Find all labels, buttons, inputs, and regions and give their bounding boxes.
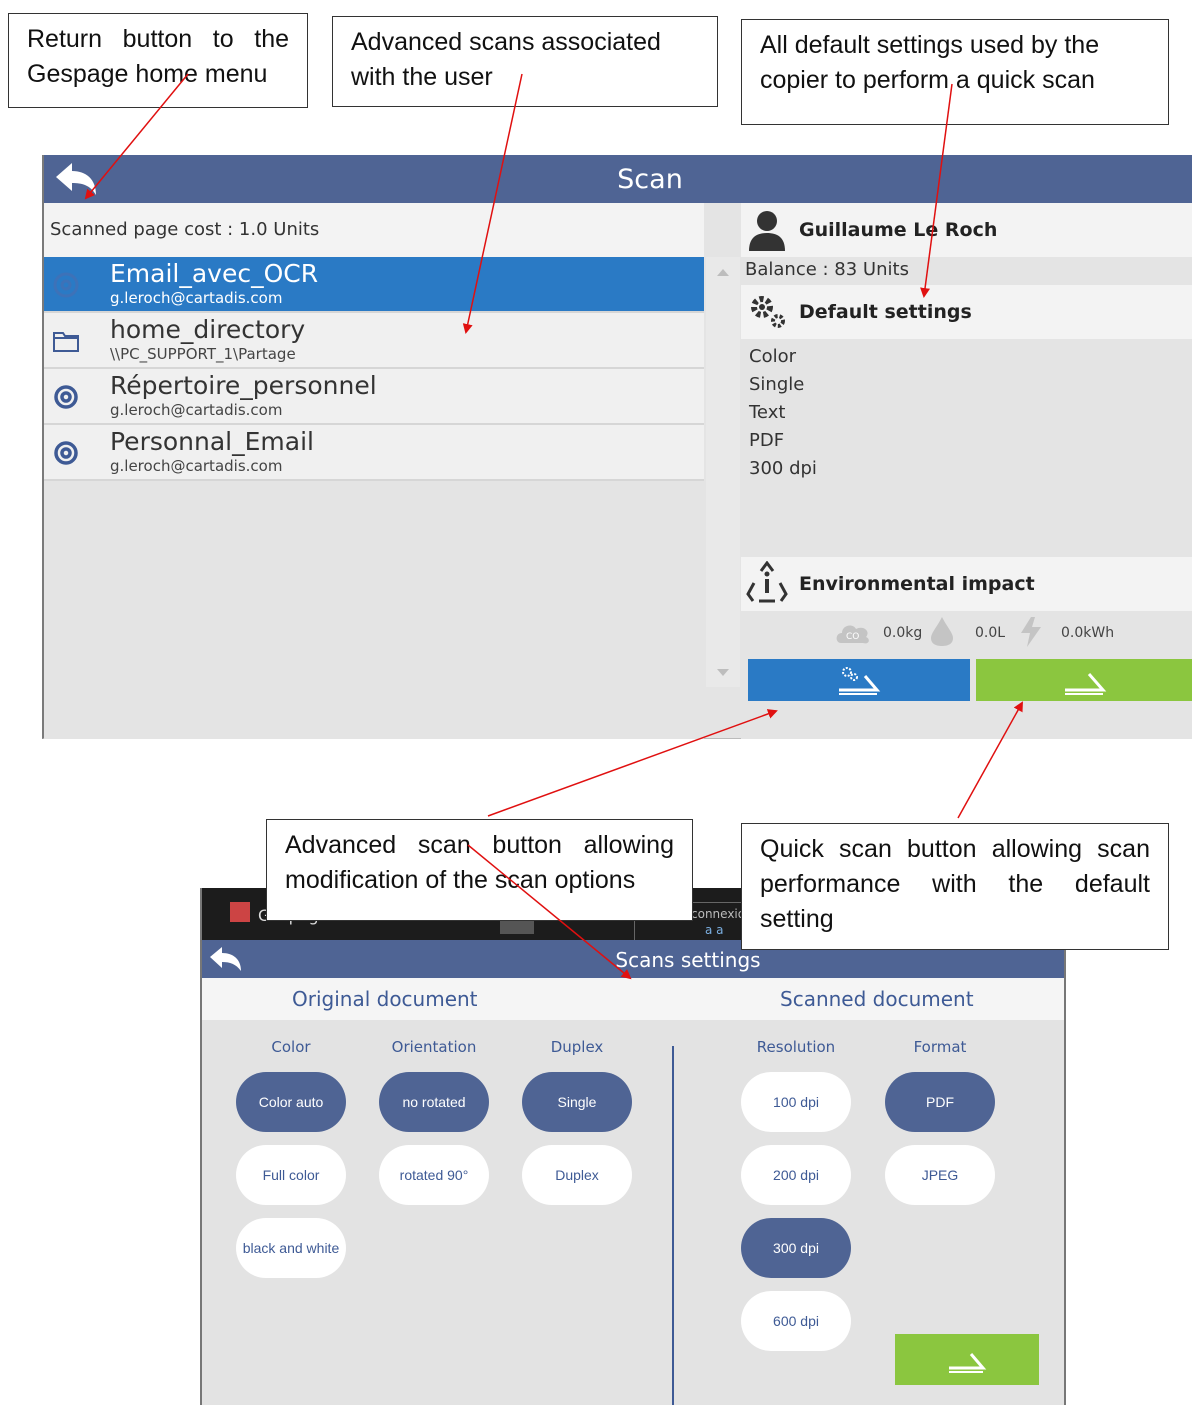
profile-name: Email_avec_OCR [110,259,319,288]
resolution-column-label: Resolution [756,1038,836,1056]
environmental-values: CO 0.0kg 0.0L 0.0kWh [741,613,1192,653]
list-item[interactable]: Personnal_Email g.leroch@cartadis.com [44,425,704,481]
connection-label: connexio [691,907,746,921]
page-cost: Scanned page cost : 1.0 Units [44,203,704,257]
rotated-90-button[interactable]: rotated 90° [379,1145,489,1205]
profile-destination: g.leroch@cartadis.com [110,289,283,307]
list-item[interactable]: Répertoire_personnel g.leroch@cartadis.c… [44,369,704,425]
default-format: PDF [749,430,785,451]
scanner-icon [1065,673,1107,695]
connection-sub: a a [705,923,724,937]
scan-settings-screen: Gespage connexio a a Scans settings Orig… [200,888,1066,1405]
profile-destination: \\PC_SUPPORT_1\Partage [110,345,296,363]
callout-quick-button: Quick scan button allowing scan performa… [741,823,1169,950]
tab-scanned-document[interactable]: Scanned document [780,978,974,1020]
default-duplex: Single [749,374,805,395]
callout-default-settings: All default settings used by the copier … [741,19,1169,125]
at-icon [53,272,79,298]
scan-screen: Scan Scanned page cost : 1.0 Units Email… [42,155,1192,739]
callout-advanced-button: Advanced scan button allowing modificati… [266,819,693,921]
svg-text:CO: CO [846,632,859,642]
keyboard-icon[interactable] [500,920,534,934]
user-icon [749,211,785,251]
default-mode: Text [749,402,786,423]
duplex-column-label: Duplex [550,1038,604,1056]
scan-profile-list: Email_avec_OCR g.leroch@cartadis.com hom… [44,257,704,739]
profile-destination: g.leroch@cartadis.com [110,401,283,419]
water-drop-icon [931,617,953,646]
default-color: Color [749,346,796,367]
orientation-column-label: Orientation [391,1038,477,1056]
scanner-icon [949,1353,987,1373]
format-jpeg-button[interactable]: JPEG [885,1145,995,1205]
water-value: 0.0L [975,625,1006,641]
settings-tabs: Original document Scanned document [202,978,1064,1020]
profile-name: Personnal_Email [110,427,314,456]
scroll-down-button[interactable] [706,657,740,687]
scanner-settings-icon [839,667,881,695]
triangle-down-icon [717,669,729,676]
recycle-info-icon [746,561,788,603]
gears-icon [751,296,785,328]
format-column-label: Format [913,1038,967,1056]
single-button[interactable]: Single [522,1072,632,1132]
black-and-white-button[interactable]: black and white [236,1218,346,1278]
energy-value: 0.0kWh [1061,625,1115,641]
duplex-button[interactable]: Duplex [522,1145,632,1205]
color-auto-button[interactable]: Color auto [236,1072,346,1132]
full-color-button[interactable]: Full color [236,1145,346,1205]
lightning-icon [1021,617,1041,647]
resolution-200-button[interactable]: 200 dpi [741,1145,851,1205]
user-row: Guillaume Le Roch [741,203,1192,257]
folder-icon [53,332,79,352]
co2-value: 0.0kg [883,625,923,641]
default-settings-label: Default settings [799,301,972,323]
color-column-label: Color [271,1038,311,1056]
scan-title-bar: Scan [44,155,1192,203]
tab-original-document[interactable]: Original document [292,978,478,1020]
page-title: Scan [617,164,683,195]
environmental-header: Environmental impact [741,557,1192,611]
co2-cloud-icon: CO [836,625,869,644]
user-name: Guillaume Le Roch [799,219,998,241]
advanced-scan-button[interactable] [748,659,970,701]
default-settings-header: Default settings [741,285,1192,339]
environmental-label: Environmental impact [799,573,1035,595]
list-item[interactable]: home_directory \\PC_SUPPORT_1\Partage [44,313,704,369]
balance: Balance : 83 Units [745,259,909,280]
resolution-100-button[interactable]: 100 dpi [741,1072,851,1132]
format-pdf-button[interactable]: PDF [885,1072,995,1132]
scroll-up-button[interactable] [706,257,740,287]
user-panel: Guillaume Le Roch Balance : 83 Units Def… [741,203,1192,739]
callout-return-button: Return button to the Gespage home menu [8,13,308,108]
callout-advanced-scans: Advanced scans associated with the user [332,16,718,107]
default-settings-list: Color Single Text PDF 300 dpi [749,343,817,483]
quick-scan-button[interactable] [976,659,1192,701]
resolution-600-button[interactable]: 600 dpi [741,1291,851,1351]
at-icon [54,385,78,409]
default-resolution: 300 dpi [749,458,817,479]
profile-destination: g.leroch@cartadis.com [110,457,283,475]
profile-name: home_directory [110,315,306,344]
column-divider [672,1046,674,1405]
list-item[interactable]: Email_avec_OCR g.leroch@cartadis.com [44,257,704,313]
triangle-up-icon [717,269,729,276]
profile-name: Répertoire_personnel [110,371,377,400]
app-logo-icon [230,902,250,922]
no-rotated-button[interactable]: no rotated [379,1072,489,1132]
at-icon [54,441,78,465]
resolution-300-button[interactable]: 300 dpi [741,1218,851,1278]
settings-scan-button[interactable] [895,1334,1039,1385]
list-scrollbar[interactable] [706,257,740,687]
